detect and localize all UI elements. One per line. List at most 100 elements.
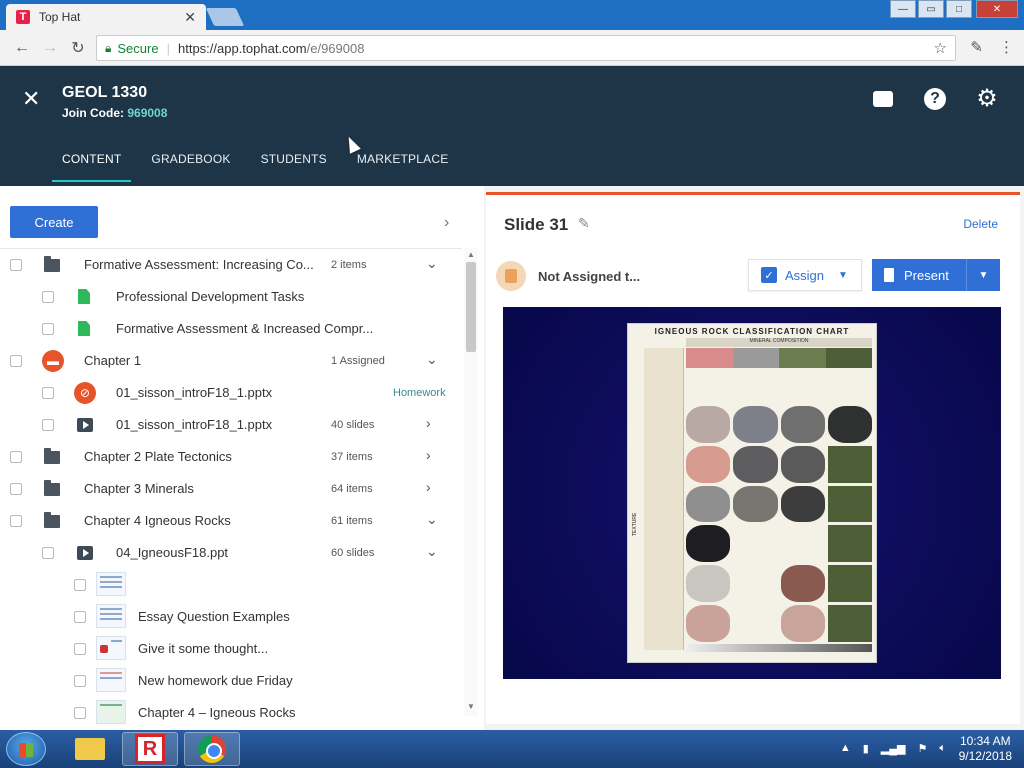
row-checkbox[interactable] bbox=[10, 259, 22, 271]
course-title: GEOL 1330 bbox=[62, 84, 148, 101]
scroll-thumb[interactable] bbox=[466, 262, 476, 352]
chevron-down-icon[interactable]: ⌄ bbox=[426, 543, 438, 560]
restore-window-button[interactable]: ▭ bbox=[918, 0, 944, 18]
tab-marketplace[interactable]: MARKETPLACE bbox=[347, 152, 459, 182]
course-header: ✕ GEOL 1330 Join Code: 969008 ? ⚙ CONTEN… bbox=[0, 66, 1024, 186]
slide-thumbnail bbox=[96, 700, 126, 724]
close-course-icon[interactable]: ✕ bbox=[22, 86, 40, 112]
forward-arrow-icon[interactable]: → bbox=[36, 39, 64, 57]
tree-slide-item[interactable] bbox=[0, 569, 462, 601]
row-checkbox[interactable] bbox=[42, 323, 54, 335]
tree-slide-item[interactable]: New homework due Friday bbox=[0, 665, 462, 697]
row-label: 01_sisson_introF18_1.pptx bbox=[116, 417, 273, 432]
row-checkbox[interactable] bbox=[10, 515, 22, 527]
tree-item-igneous-presentation[interactable]: 04_IgneousF18.ppt 60 slides ⌄ bbox=[0, 537, 462, 569]
present-options-button[interactable]: ▼ bbox=[966, 259, 1000, 291]
chevron-down-icon[interactable]: ⌄ bbox=[426, 351, 438, 368]
back-arrow-icon[interactable]: ← bbox=[8, 39, 36, 57]
help-icon[interactable]: ? bbox=[922, 86, 948, 112]
chart-column-headers bbox=[686, 348, 872, 368]
row-checkbox[interactable] bbox=[10, 483, 22, 495]
gear-icon[interactable]: ⚙ bbox=[974, 86, 1000, 112]
maximize-window-button[interactable]: □ bbox=[946, 0, 972, 18]
assign-button[interactable]: ✓ Assign ▼ bbox=[748, 259, 862, 291]
row-label: New homework due Friday bbox=[138, 673, 293, 688]
checkbox-icon: ✓ bbox=[761, 267, 777, 283]
tab-gradebook[interactable]: GRADEBOOK bbox=[141, 152, 240, 182]
igneous-rock-chart-image: IGNEOUS ROCK CLASSIFICATION CHART MINERA… bbox=[627, 323, 877, 663]
row-checkbox[interactable] bbox=[74, 643, 86, 655]
slide-detail-panel: Slide 31 ✎ Delete Not Assigned t... ✓ As… bbox=[484, 186, 1024, 730]
row-label: Chapter 2 Plate Tectonics bbox=[84, 449, 232, 464]
battery-icon[interactable]: ▮ bbox=[863, 742, 869, 755]
folder-icon bbox=[44, 512, 60, 528]
browser-toolbar-actions: ✎ ⋮ bbox=[970, 38, 1014, 56]
delete-link[interactable]: Delete bbox=[963, 217, 998, 231]
clipboard-icon bbox=[496, 261, 526, 291]
row-checkbox[interactable] bbox=[74, 611, 86, 623]
address-bar[interactable]: 🔒︎ Secure | https://app.tophat.com /e/96… bbox=[96, 35, 956, 61]
edit-icon[interactable]: ✎ bbox=[970, 38, 983, 56]
tree-folder-chapter-3[interactable]: Chapter 3 Minerals 64 items › bbox=[0, 473, 462, 505]
tree-item-sisson-presentation[interactable]: 01_sisson_introF18_1.pptx 40 slides › bbox=[0, 409, 462, 441]
tree-item-sisson-homework[interactable]: ⊘ 01_sisson_introF18_1.pptx Homework bbox=[0, 377, 462, 409]
row-checkbox[interactable] bbox=[74, 579, 86, 591]
tree-folder-chapter-4[interactable]: Chapter 4 Igneous Rocks 61 items ⌄ bbox=[0, 505, 462, 537]
browser-tab-bar: T Top Hat ✕ — ▭ □ ✕ bbox=[0, 0, 1024, 30]
folder-icon bbox=[44, 448, 60, 464]
flag-icon[interactable]: ⚑ bbox=[918, 742, 928, 755]
tree-item-professional-development[interactable]: Professional Development Tasks bbox=[0, 281, 462, 313]
tree-folder-formative-assessment[interactable]: Formative Assessment: Increasing Co... 2… bbox=[0, 249, 462, 281]
tab-close-icon[interactable]: ✕ bbox=[184, 9, 196, 26]
scroll-down-icon[interactable]: ▼ bbox=[467, 702, 475, 711]
bookmark-star-icon[interactable]: ☆ bbox=[934, 39, 947, 57]
new-tab-button[interactable] bbox=[205, 8, 245, 26]
tree-slide-item[interactable]: Give it some thought... bbox=[0, 633, 462, 665]
tree-item-formative-assessment-compr[interactable]: Formative Assessment & Increased Compr..… bbox=[0, 313, 462, 345]
row-checkbox[interactable] bbox=[74, 675, 86, 687]
taskbar-clock[interactable]: 10:34 AM 9/12/2018 bbox=[959, 734, 1012, 764]
row-checkbox[interactable] bbox=[42, 387, 54, 399]
pencil-icon[interactable]: ✎ bbox=[578, 215, 590, 232]
minimize-window-button[interactable]: — bbox=[890, 0, 916, 18]
tree-slide-item[interactable]: Essay Question Examples bbox=[0, 601, 462, 633]
reload-icon[interactable]: ↻ bbox=[64, 38, 92, 58]
row-checkbox[interactable] bbox=[42, 291, 54, 303]
chevron-right-icon[interactable]: › bbox=[444, 214, 449, 232]
signal-icon[interactable]: ▂▄▆ bbox=[881, 742, 906, 755]
close-window-button[interactable]: ✕ bbox=[976, 0, 1018, 18]
taskbar-chrome[interactable] bbox=[184, 732, 240, 766]
menu-dots-icon[interactable]: ⋮ bbox=[999, 38, 1014, 56]
row-checkbox[interactable] bbox=[74, 707, 86, 719]
row-checkbox[interactable] bbox=[10, 451, 22, 463]
chevron-down-icon[interactable]: ⌄ bbox=[426, 511, 438, 528]
row-meta: 40 slides bbox=[331, 419, 375, 431]
scroll-up-icon[interactable]: ▲ bbox=[467, 250, 475, 259]
tree-folder-chapter-2[interactable]: Chapter 2 Plate Tectonics 37 items › bbox=[0, 441, 462, 473]
tree-folder-chapter-1[interactable]: ▬ Chapter 1 1 Assigned ⌄ bbox=[0, 345, 462, 377]
present-button[interactable]: Present bbox=[872, 259, 966, 291]
browser-tab[interactable]: T Top Hat ✕ bbox=[6, 4, 206, 30]
taskbar-explorer[interactable] bbox=[62, 732, 118, 766]
tab-content[interactable]: CONTENT bbox=[52, 152, 132, 182]
start-button[interactable] bbox=[6, 732, 46, 766]
tab-students[interactable]: STUDENTS bbox=[251, 152, 337, 182]
tree-scrollbar[interactable]: ▲ ▼ bbox=[464, 248, 478, 716]
join-code-label: Join Code: bbox=[62, 106, 128, 120]
row-meta: 37 items bbox=[331, 451, 373, 463]
chevron-right-icon[interactable]: › bbox=[426, 447, 431, 463]
chevron-down-icon[interactable]: ⌄ bbox=[426, 255, 438, 272]
chevron-right-icon[interactable]: › bbox=[426, 415, 431, 431]
tree-slide-item[interactable]: Chapter 4 – Igneous Rocks bbox=[0, 697, 462, 729]
row-checkbox[interactable] bbox=[42, 547, 54, 559]
taskbar-recorder[interactable]: R bbox=[122, 732, 178, 766]
show-hidden-icon[interactable]: ▲ bbox=[840, 742, 851, 755]
document-icon bbox=[78, 289, 90, 304]
volume-icon[interactable]: 🔈︎ bbox=[939, 742, 946, 755]
browser-toolbar: ← → ↻ 🔒︎ Secure | https://app.tophat.com… bbox=[0, 30, 1024, 66]
row-checkbox[interactable] bbox=[42, 419, 54, 431]
create-button[interactable]: Create bbox=[10, 206, 98, 238]
chat-icon[interactable] bbox=[870, 86, 896, 112]
row-checkbox[interactable] bbox=[10, 355, 22, 367]
chevron-right-icon[interactable]: › bbox=[426, 479, 431, 495]
